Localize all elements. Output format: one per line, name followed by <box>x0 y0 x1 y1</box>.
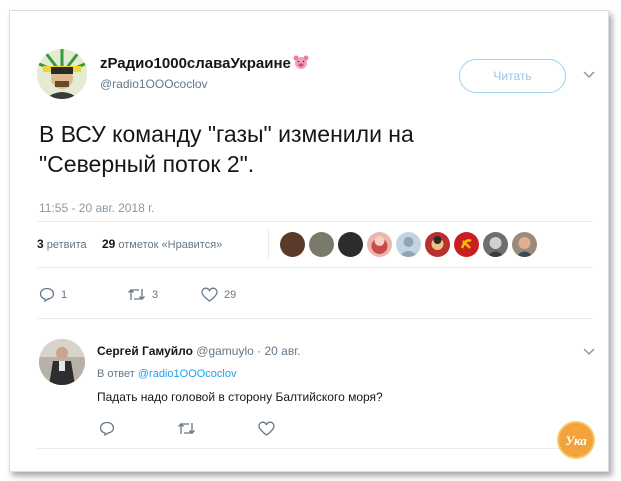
reply-icon <box>99 421 115 437</box>
retweets-label[interactable]: ретвита <box>47 239 87 251</box>
reply-retweet-action[interactable] <box>177 421 196 436</box>
retweets-count[interactable]: 3 <box>37 237 44 251</box>
retweet-icon <box>178 423 195 434</box>
reply-to-prefix: В ответ <box>97 368 135 380</box>
reply-to-link[interactable]: @radio1OOOcoclov <box>138 368 237 380</box>
divider <box>37 448 593 449</box>
reply-count: 1 <box>61 288 68 301</box>
author-handle[interactable]: @radio1OOOcoclov <box>100 77 208 91</box>
likes-label[interactable]: отметок «Нравится» <box>118 239 222 251</box>
tweet-text: В ВСУ команду "газы" изменили на "Северн… <box>39 119 579 179</box>
liker-avatar[interactable] <box>280 232 305 257</box>
liker-avatar[interactable] <box>425 232 450 257</box>
like-action[interactable]: 29 <box>201 287 236 302</box>
reply-date[interactable]: · 20 авг. <box>257 344 300 358</box>
author-name-text: zРадио1000славаУкраине <box>100 55 291 72</box>
author-name[interactable]: zРадио1000славаУкраине <box>100 55 309 72</box>
reply-like-action[interactable] <box>258 421 275 436</box>
stats-separator <box>268 230 269 260</box>
reply-action[interactable]: 1 <box>39 287 68 303</box>
reply-reply-action[interactable] <box>99 421 115 437</box>
like-count: 29 <box>224 288 237 301</box>
tweet-stats: 3 ретвита 29 отметок «Нравится» <box>37 237 222 251</box>
retweet-count: 3 <box>152 288 159 301</box>
tweet-text-line: "Северный поток 2". <box>39 151 255 177</box>
chevron-down-icon[interactable] <box>583 348 595 356</box>
heart-icon <box>201 287 218 302</box>
liker-avatar[interactable] <box>512 232 537 257</box>
likes-count[interactable]: 29 <box>102 237 115 251</box>
liker-avatar[interactable] <box>483 232 508 257</box>
reply-to-line: В ответ @radio1OOOcoclov <box>97 368 236 380</box>
reply-icon <box>39 287 55 303</box>
tweet-card: zРадио1000славаУкраине @radio1OOOcoclov … <box>9 10 609 472</box>
liker-avatar[interactable] <box>396 232 421 257</box>
heart-icon <box>258 421 275 436</box>
pig-emoji-icon <box>293 55 309 69</box>
reply-text: Падать надо головой в сторону Балтийског… <box>97 390 383 404</box>
watermark-logo: Ука <box>557 421 595 459</box>
divider <box>37 318 593 319</box>
divider <box>37 221 593 222</box>
liker-avatar[interactable] <box>367 232 392 257</box>
reply-header: Сергей Гамуйло @gamuylo · 20 авг. <box>97 344 300 358</box>
reply-author-avatar[interactable] <box>39 339 85 385</box>
divider <box>37 267 593 268</box>
author-avatar[interactable] <box>37 49 87 99</box>
watermark-text: Ука <box>565 433 587 448</box>
retweet-action[interactable]: 3 <box>127 287 158 302</box>
reply-author-name[interactable]: Сергей Гамуйло <box>97 344 193 358</box>
reply-author-handle[interactable]: @gamuylo <box>196 344 254 358</box>
tweet-text-line: В ВСУ команду "газы" изменили на <box>39 121 414 147</box>
tweet-timestamp[interactable]: 11:55 - 20 авг. 2018 г. <box>39 201 154 215</box>
liker-avatar[interactable] <box>454 232 479 257</box>
liker-avatar[interactable] <box>309 232 334 257</box>
follow-button[interactable]: Читать <box>459 59 566 93</box>
chevron-down-icon[interactable] <box>583 71 595 79</box>
liker-avatar[interactable] <box>338 232 363 257</box>
retweet-icon <box>128 289 145 300</box>
